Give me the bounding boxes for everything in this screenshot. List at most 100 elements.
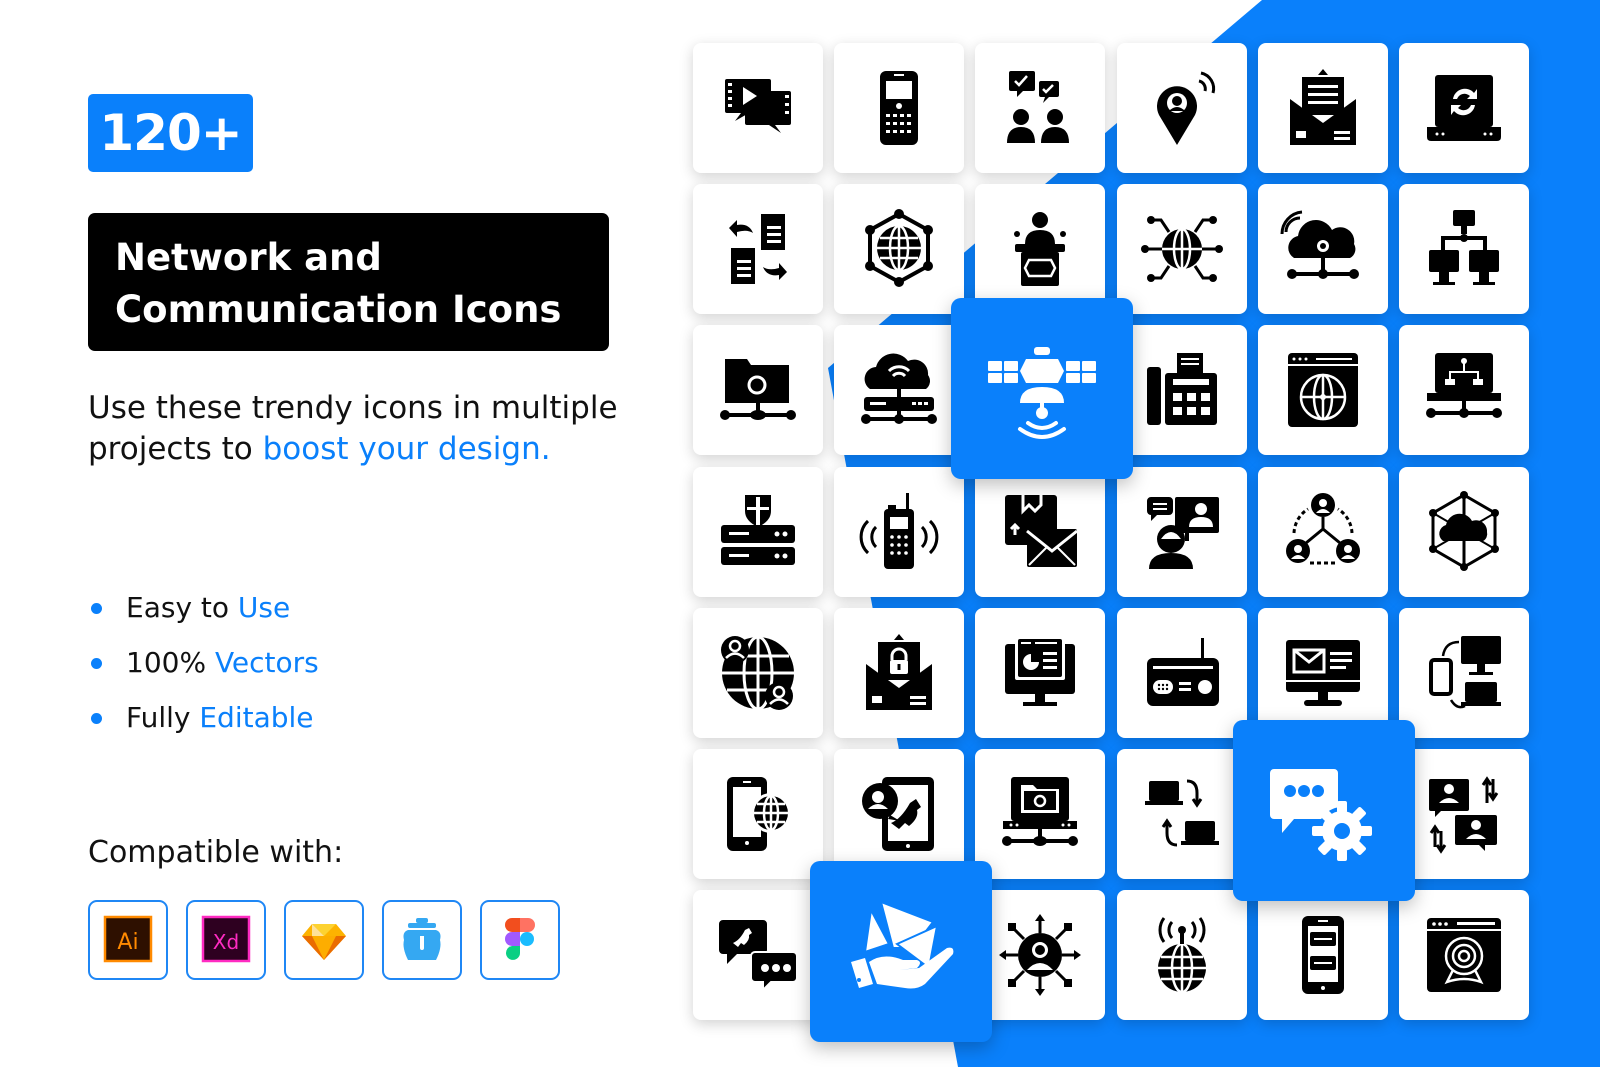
feature-text: Easy to: [126, 591, 238, 624]
icon-tile: [834, 325, 964, 455]
icon-tile: [975, 890, 1105, 1020]
highlighted-icon-tile: [810, 861, 992, 1042]
feature-highlight: Editable: [199, 701, 314, 734]
webcam-icon: [1427, 918, 1501, 992]
icon-tile: [975, 43, 1105, 173]
icon-tile: [1117, 325, 1247, 455]
icon-tile: [1117, 749, 1247, 879]
icon-tile: [1399, 890, 1529, 1020]
feature-item: 100% Vectors: [88, 643, 319, 698]
device-sync-icon: [1429, 636, 1501, 709]
location-signal-icon: [1157, 71, 1216, 145]
video-call-icon: [1147, 497, 1219, 569]
feature-item: Fully Editable: [88, 698, 319, 753]
icon-tile: [1258, 43, 1388, 173]
icon-tile: [1399, 43, 1529, 173]
icon-tile: [1399, 325, 1529, 455]
laptop-sync-icon: [1427, 75, 1501, 141]
app-illustrator: Ai: [88, 900, 168, 980]
title-line-2: Communication Icons: [115, 288, 562, 331]
icon-tile: [1117, 184, 1247, 314]
cloud-wifi-network-icon: [1280, 210, 1359, 279]
icon-tile: [834, 749, 964, 879]
description-highlight: boost your design.: [262, 431, 551, 467]
icon-tile: [834, 43, 964, 173]
bullet-dot: [91, 603, 102, 614]
icon-tile: [1399, 467, 1529, 597]
hand-mail-icon: [851, 899, 954, 988]
icon-tile: [834, 184, 964, 314]
video-chat-icon: [725, 79, 791, 133]
icon-tile: [975, 749, 1105, 879]
podium-speaker-icon: [1014, 212, 1066, 286]
chat-settings-icon: [1270, 768, 1372, 861]
icon-count-badge: 120+: [88, 94, 253, 172]
icon-tile: [975, 467, 1105, 597]
icon-tile: [1399, 749, 1529, 879]
icon-tile: [693, 608, 823, 738]
feature-text: 100%: [126, 646, 215, 679]
page-title: Network and Communication Icons: [88, 213, 609, 351]
icon-tile: [1117, 467, 1247, 597]
open-mail-icon: [1290, 69, 1356, 145]
mobile-globe-icon: [727, 777, 791, 851]
icon-tile: [693, 184, 823, 314]
bullet-dot: [91, 713, 102, 724]
feature-highlight: Vectors: [214, 646, 319, 679]
icon-tile: [1258, 608, 1388, 738]
server-security-icon: [721, 495, 795, 565]
description: Use these trendy icons in multiple proje…: [88, 388, 648, 470]
illustrator-label: Ai: [117, 930, 138, 955]
parcel-mail-icon: [1005, 495, 1078, 567]
icon-tile: [693, 325, 823, 455]
icon-tile: [1117, 890, 1247, 1020]
compatible-apps: Ai Xd: [88, 900, 560, 980]
mobile-phone-icon: [880, 71, 918, 145]
secure-mail-icon: [866, 634, 932, 710]
monitor-mail-icon: [1286, 640, 1360, 706]
feature-item: Easy to Use: [88, 588, 319, 643]
laptop-network-icon: [1426, 353, 1502, 418]
global-users-icon: [721, 635, 794, 711]
illustrator-icon: Ai: [103, 915, 153, 963]
bullet-dot: [91, 658, 102, 669]
app-xd: Xd: [186, 900, 266, 980]
icon-tile: [693, 467, 823, 597]
iconjar-icon: [403, 918, 441, 960]
icon-tile: [693, 890, 823, 1020]
app-iconjar: [382, 900, 462, 980]
icon-tile: [975, 184, 1105, 314]
laptop-transfer-icon: [1145, 779, 1219, 847]
figma-icon: [505, 918, 535, 960]
icon-tile: [693, 749, 823, 879]
highlighted-icon-tile: [1233, 720, 1415, 901]
cloud-hexagon-icon: [1429, 491, 1499, 571]
icon-tile: [1258, 890, 1388, 1020]
icon-tile: [834, 608, 964, 738]
icon-tile: [1399, 608, 1529, 738]
feature-text: Fully: [126, 701, 200, 734]
shared-folder-icon: [720, 359, 796, 420]
user-network-icon: [1286, 493, 1360, 565]
tablet-call-icon: [862, 777, 934, 851]
user-share-icon: [999, 914, 1081, 996]
computer-network-icon: [1429, 210, 1499, 285]
cloud-server-icon: [861, 353, 937, 424]
globe-antenna-icon: [1158, 917, 1206, 994]
feature-highlight: Use: [237, 591, 291, 624]
icon-tile: [693, 43, 823, 173]
icon-tile: [1258, 467, 1388, 597]
globe-connection-icon: [1141, 216, 1223, 282]
radio-icon: [1147, 638, 1219, 706]
chat-users-transfer-icon: [1429, 776, 1499, 854]
fax-machine-icon: [1147, 353, 1217, 425]
icon-tile: [1258, 325, 1388, 455]
network-folder-icon: [1002, 777, 1078, 846]
satellite-icon: [988, 346, 1096, 439]
icon-tile: [1117, 608, 1247, 738]
sketch-icon: [302, 924, 346, 960]
monitor-dashboard-icon: [1005, 636, 1075, 706]
title-line-1: Network and: [115, 236, 382, 279]
mobile-chat-icon: [1302, 916, 1344, 994]
app-figma: [480, 900, 560, 980]
